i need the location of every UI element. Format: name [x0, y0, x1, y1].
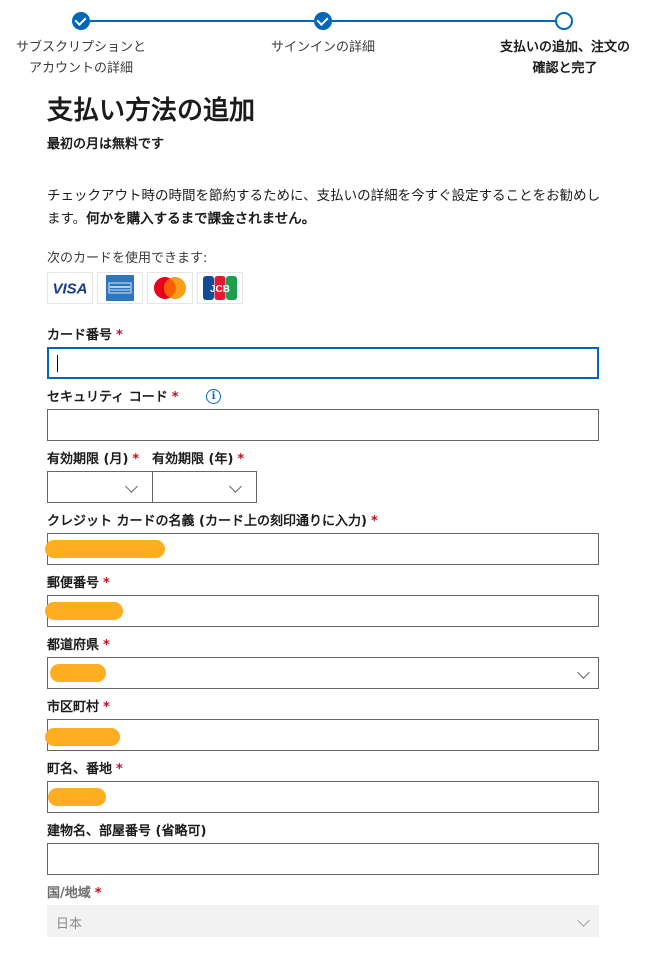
redacted-value [45, 602, 123, 620]
cardholder-name-label: クレジット カードの名義 (カード上の刻印通りに入力) * [47, 514, 378, 529]
jcb-logo-icon: JCB [197, 272, 243, 304]
expiry-month-label: 有効期限 (月) * [47, 452, 140, 467]
visa-logo-text: VISA [52, 281, 87, 298]
stepper-line [331, 20, 556, 22]
city-input[interactable] [47, 719, 599, 751]
card-number-input[interactable] [47, 347, 599, 379]
svg-text:JCB: JCB [210, 284, 230, 295]
mastercard-logo-icon [147, 272, 193, 304]
redacted-value [45, 540, 165, 558]
country-label: 国/地域 * [47, 886, 102, 901]
step-2-label: サインインの詳細 [270, 40, 375, 55]
visa-logo-icon: VISA [47, 272, 93, 304]
description: チェックアウト時の時間を節約するために、支払いの詳細を今すぐ設定することをお勧め… [47, 185, 607, 231]
text-caret [57, 355, 58, 372]
redacted-value [48, 788, 106, 806]
security-code-input[interactable] [47, 409, 599, 441]
step-1-label: サブスクリプションと アカウントの詳細 [15, 40, 146, 76]
step-3-current-icon [555, 12, 573, 30]
stepper-line [90, 20, 314, 22]
prefecture-label: 都道府県 * [47, 638, 110, 653]
accepted-cards-label: 次のカードを使用できます: [47, 251, 208, 266]
page-title: 支払い方法の追加 [47, 96, 256, 126]
redacted-value [50, 664, 106, 682]
chevron-down-icon [577, 666, 590, 679]
country-value: 日本 [56, 917, 83, 932]
security-code-label: セキュリティ コード * [47, 390, 179, 405]
city-label: 市区町村 * [47, 700, 110, 715]
expiry-year-label: 有効期限 (年) * [152, 452, 245, 467]
prefecture-select[interactable] [47, 657, 599, 689]
step-3-label: 支払いの追加、注文の 確認と完了 [499, 40, 630, 76]
building-input[interactable] [47, 843, 599, 875]
description-bold: 何かを購入するまで課金されません。 [86, 211, 316, 227]
expiry-month-select[interactable] [47, 471, 153, 503]
expiry-year-select[interactable] [152, 471, 257, 503]
progress-stepper: サブスクリプションと アカウントの詳細 サインインの詳細 支払いの追加、注文の … [0, 0, 654, 80]
accepted-cards: VISA JCB [47, 272, 243, 304]
page-subtitle: 最初の月は無料です [47, 137, 165, 152]
info-icon[interactable]: i [206, 389, 221, 404]
postal-code-label: 郵便番号 * [47, 576, 110, 591]
street-address-input[interactable] [47, 781, 599, 813]
chevron-down-icon [229, 480, 242, 493]
postal-code-input[interactable] [47, 595, 599, 627]
redacted-value [45, 728, 120, 746]
step-2-check-icon [314, 12, 332, 30]
country-select: 日本 [47, 905, 599, 937]
step-1-check-icon [72, 12, 90, 30]
chevron-down-icon [125, 480, 138, 493]
card-number-label: カード番号 * [47, 328, 123, 343]
chevron-down-icon [577, 914, 590, 927]
building-label: 建物名、部屋番号 (省略可) [47, 824, 207, 839]
street-address-label: 町名、番地 * [47, 762, 123, 777]
amex-logo-icon [97, 272, 143, 304]
